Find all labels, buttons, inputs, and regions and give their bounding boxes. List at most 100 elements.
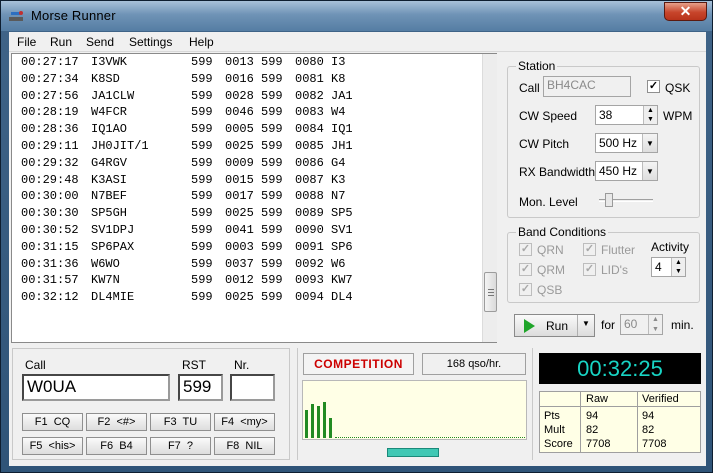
log-nr-sent: 0025 (225, 290, 254, 305)
run-button[interactable]: Run ▼ (514, 314, 595, 337)
log-nr-rcvd: 0080 (295, 55, 324, 69)
flutter-label: Flutter (601, 243, 636, 257)
log-nr-rcvd: 0093 (295, 273, 324, 288)
f8-nil-button[interactable]: F8 NIL (214, 437, 275, 455)
log-rst-sent: 599 (191, 223, 213, 237)
activity-stepper[interactable]: 4 ▲ ▼ (651, 257, 686, 277)
f5-his-call-button[interactable]: F5 <his> (22, 437, 83, 455)
band-conditions-title: Band Conditions (516, 225, 609, 239)
morse-key-icon (9, 11, 23, 21)
station-call-field[interactable]: BH4CAC (543, 76, 631, 97)
log-rst-rcvd: 599 (261, 71, 283, 86)
log-prefix: K8 (331, 71, 346, 86)
log-call: KW7N (91, 273, 120, 288)
entry-nr-input[interactable] (230, 374, 275, 401)
rx-bandwidth-select[interactable]: 450 Hz ▼ (595, 161, 658, 181)
menu-help[interactable]: Help (189, 35, 214, 49)
log-rst-rcvd: 599 (261, 290, 283, 305)
menu-settings[interactable]: Settings (129, 35, 172, 49)
log-nr-rcvd: 0085 (295, 139, 324, 153)
chevron-down-icon[interactable]: ▼ (671, 267, 685, 276)
menu-bar: File Run Send Settings Help (9, 32, 706, 52)
flutter-checkbox[interactable]: ✓ (583, 243, 596, 256)
cw-speed-value: 38 (599, 108, 613, 122)
log-call: I3VWK (91, 55, 128, 69)
menu-run[interactable]: Run (50, 35, 72, 49)
menu-file[interactable]: File (17, 35, 36, 49)
log-rst-rcvd: 599 (261, 122, 283, 137)
log-rst-rcvd: 599 (261, 273, 283, 288)
log-prefix: K3 (331, 172, 346, 187)
log-prefix: W4 (331, 105, 346, 120)
close-button[interactable]: ✕ (664, 2, 707, 21)
log-rst-sent: 599 (191, 256, 213, 271)
log-rst-sent: 599 (191, 155, 213, 170)
log-nr-sent: 0013 (225, 55, 254, 69)
f1-cq-button[interactable]: F1 CQ (22, 413, 83, 431)
log-rst-rcvd: 599 (261, 88, 283, 103)
log-nr-sent: 0025 (225, 206, 254, 221)
log-rst-rcvd: 599 (261, 55, 283, 69)
qsb-checkbox[interactable]: ✓ (519, 283, 532, 296)
chevron-up-icon[interactable]: ▲ (671, 258, 685, 267)
title-bar[interactable]: Morse Runner ✕ (1, 1, 712, 31)
qsk-label: QSK (665, 81, 691, 95)
mode-indicator: COMPETITION (303, 353, 414, 375)
log-nr-rcvd: 0090 (295, 223, 324, 237)
score-raw-header: Raw (586, 393, 609, 405)
cw-pitch-select[interactable]: 500 Hz ▼ (595, 133, 658, 153)
chevron-down-icon[interactable]: ▼ (642, 134, 657, 152)
qsk-checkbox[interactable]: ✓ (647, 80, 660, 93)
log-call: W4FCR (91, 105, 128, 120)
entry-call-input[interactable]: W0UA (22, 374, 170, 401)
log-time: 00:32:12 (21, 290, 79, 305)
lids-checkbox[interactable]: ✓ (583, 263, 596, 276)
log-prefix: G4 (331, 155, 346, 170)
qsb-label: QSB (537, 283, 563, 297)
score-raw-value: 82 (586, 424, 599, 436)
chevron-up-icon[interactable]: ▲ (643, 106, 657, 115)
mon-level-slider[interactable] (605, 193, 613, 207)
log-prefix: IQ1 (331, 122, 353, 137)
log-nr-sent: 0012 (225, 273, 254, 288)
scrollbar-thumb[interactable] (484, 272, 497, 312)
log-time: 00:30:30 (21, 206, 79, 221)
log-nr-rcvd: 0088 (295, 189, 324, 204)
f6-b4-button[interactable]: F6 B4 (86, 437, 147, 455)
log-scrollbar[interactable] (482, 54, 497, 342)
chevron-down-icon[interactable]: ▼ (582, 319, 590, 328)
cw-speed-stepper[interactable]: 38 ▲ ▼ (595, 105, 658, 125)
chevron-down-icon[interactable]: ▼ (642, 162, 657, 180)
run-duration-stepper[interactable]: 60 ▲ ▼ (620, 314, 663, 335)
f3-tu-button[interactable]: F3 TU (150, 413, 211, 431)
log-time: 00:31:36 (21, 256, 79, 271)
qrm-checkbox[interactable]: ✓ (519, 263, 532, 276)
cw-pitch-value: 500 Hz (599, 136, 638, 150)
qrm-label: QRM (537, 263, 565, 277)
qso-log[interactable]: 00:27:17 I3VWK 599 0013 599 0080 I3 00:27:34 K8S… (11, 53, 497, 343)
chevron-up-icon[interactable]: ▲ (648, 315, 662, 325)
log-call: SP5GH (91, 206, 128, 221)
log-rst-sent: 599 (191, 273, 213, 288)
log-nr-rcvd: 0091 (295, 239, 324, 254)
entry-rst-input[interactable]: 599 (178, 374, 223, 401)
activity-label: Activity (651, 240, 690, 254)
log-nr-rcvd: 0084 (295, 122, 324, 137)
entry-rst-label: RST (182, 358, 206, 372)
log-nr-rcvd: 0082 (295, 88, 324, 103)
qrn-checkbox[interactable]: ✓ (519, 243, 532, 256)
log-time: 00:28:36 (21, 122, 79, 137)
chevron-down-icon[interactable]: ▼ (643, 115, 657, 124)
log-time: 00:27:34 (21, 71, 79, 86)
chevron-down-icon[interactable]: ▼ (648, 324, 662, 334)
log-prefix: SV1 (331, 223, 353, 237)
f7-query-button[interactable]: F7 ? (150, 437, 211, 455)
run-divider (577, 315, 578, 336)
score-row-label: Score (544, 438, 573, 450)
f2-number-button[interactable]: F2 <#> (86, 413, 147, 431)
score-verified-value: 82 (642, 424, 655, 436)
f4-my-call-button[interactable]: F4 <my> (214, 413, 275, 431)
log-nr-rcvd: 0081 (295, 71, 324, 86)
menu-send[interactable]: Send (86, 35, 114, 49)
log-nr-sent: 0009 (225, 155, 254, 170)
